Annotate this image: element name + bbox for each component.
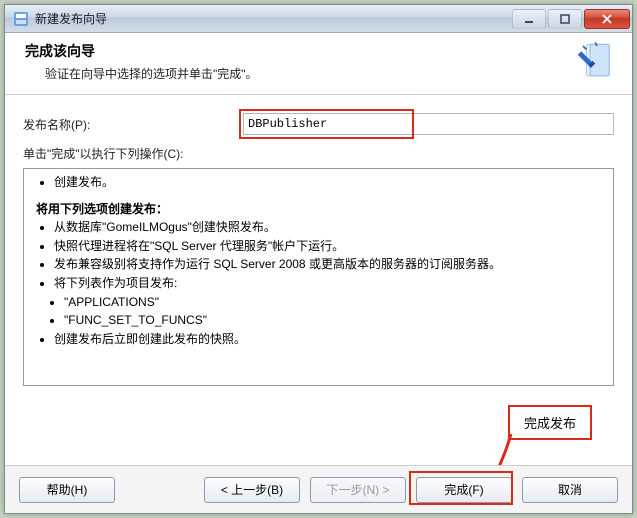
page-subtitle: 验证在向导中选择的选项并单击"完成"。 (45, 65, 620, 82)
publish-name-input[interactable] (243, 113, 614, 135)
window-title: 新建发布向导 (35, 10, 512, 27)
publish-name-label: 发布名称(P): (23, 116, 243, 133)
summary-nested-item: "FUNC_SET_TO_FUNCS" (64, 311, 605, 330)
wizard-icon (576, 39, 618, 81)
annotation-callout-text: 完成发布 (524, 416, 576, 431)
app-icon (13, 11, 29, 27)
summary-item: 创建发布后立即创建此发布的快照。 (54, 330, 605, 349)
titlebar: 新建发布向导 (5, 5, 632, 33)
close-button[interactable] (584, 9, 630, 29)
button-bar: 帮助(H) < 上一步(B) 下一步(N) > 完成(F) 取消 (5, 465, 632, 513)
publish-name-row: 发布名称(P): (23, 113, 614, 135)
wizard-window: 新建发布向导 完成该向导 验证在向导中选择的选项并单击"完成"。 发布名称(P)… (4, 4, 633, 514)
minimize-button[interactable] (512, 9, 546, 29)
actions-label: 单击"完成"以执行下列操作(C): (23, 145, 614, 162)
summary-nested-item: "APPLICATIONS" (64, 293, 605, 312)
summary-item: 将下列表作为项目发布: (54, 274, 605, 293)
wizard-content: 发布名称(P): 单击"完成"以执行下列操作(C): 创建发布。 将用下列选项创… (5, 95, 632, 465)
help-button[interactable]: 帮助(H) (19, 477, 115, 503)
summary-item: 快照代理进程将在"SQL Server 代理服务"帐户下运行。 (54, 237, 605, 256)
summary-panel[interactable]: 创建发布。 将用下列选项创建发布： 从数据库"GomeILMOgus"创建快照发… (23, 168, 614, 386)
window-controls (512, 9, 630, 29)
page-title: 完成该向导 (25, 41, 620, 61)
publish-name-input-wrap (243, 113, 614, 135)
summary-item: 发布兼容级别将支持作为运行 SQL Server 2008 或更高版本的服务器的… (54, 255, 605, 274)
finish-button[interactable]: 完成(F) (416, 477, 512, 503)
summary-section-title: 将用下列选项创建发布： (36, 200, 605, 219)
summary-item: 从数据库"GomeILMOgus"创建快照发布。 (54, 218, 605, 237)
maximize-button[interactable] (548, 9, 582, 29)
next-button: 下一步(N) > (310, 477, 406, 503)
back-button[interactable]: < 上一步(B) (204, 477, 300, 503)
wizard-header: 完成该向导 验证在向导中选择的选项并单击"完成"。 (5, 33, 632, 95)
annotation-callout: 完成发布 (508, 405, 592, 440)
cancel-button[interactable]: 取消 (522, 477, 618, 503)
summary-item: 创建发布。 (54, 173, 605, 192)
